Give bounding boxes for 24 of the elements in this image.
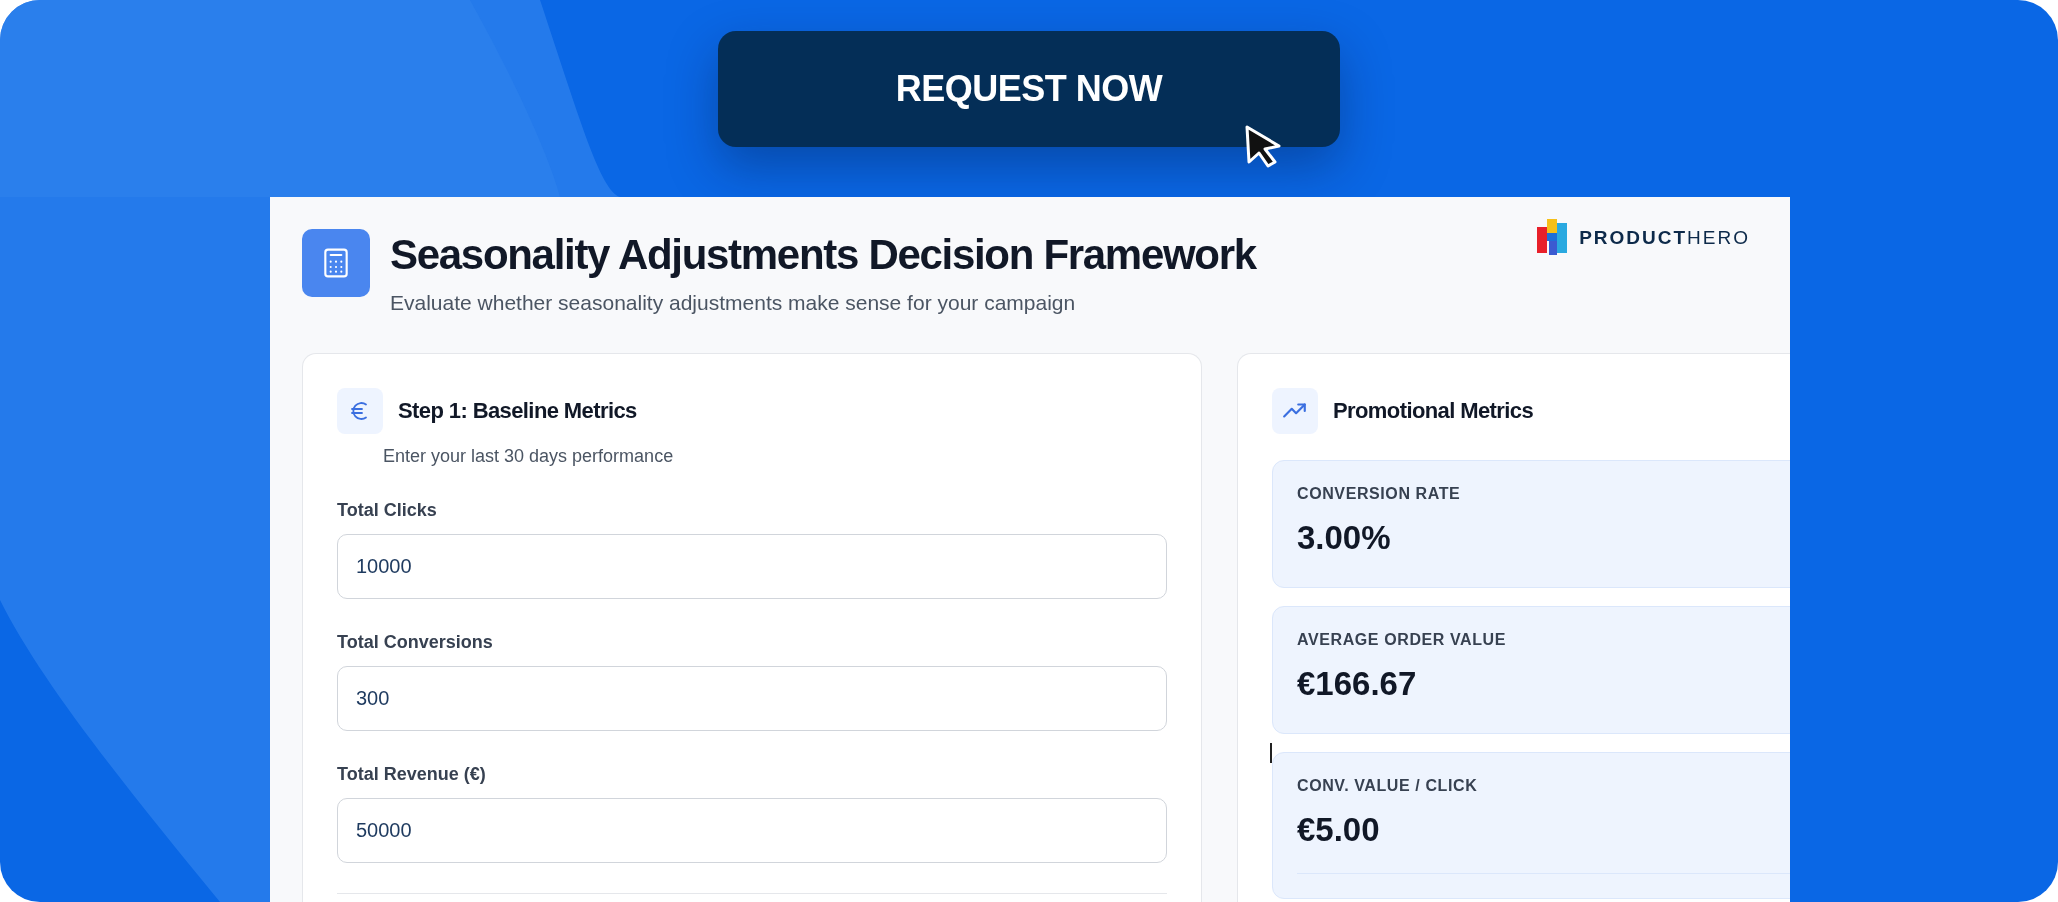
euro-icon xyxy=(337,388,383,434)
number-field[interactable]: 10000 xyxy=(337,534,1167,599)
page-title: Seasonality Adjustments Decision Framework xyxy=(390,230,1258,277)
logo-icon xyxy=(1537,219,1570,257)
card-title: Step 1: Baseline Metrics xyxy=(398,398,637,424)
field-label: Total Revenue (€) xyxy=(337,764,487,785)
metric-label: CONV. VALUE / CLICK xyxy=(1297,777,1479,795)
field-label: Total Conversions xyxy=(337,632,494,653)
metric-value: 3.00% xyxy=(1297,519,1392,557)
trending-up-icon xyxy=(1272,388,1318,434)
field-label: Total Clicks xyxy=(337,500,438,521)
brand-name: PRODUCTHERO xyxy=(1579,227,1750,249)
number-field[interactable]: 300 xyxy=(337,666,1167,731)
page-subtitle: Evaluate whether seasonality adjustments make sense for your campaign xyxy=(390,291,1077,315)
card-title: Promotional Metrics xyxy=(1333,398,1534,424)
metric-value: €166.67 xyxy=(1297,665,1418,703)
text-cursor-icon xyxy=(1270,743,1272,763)
request-now-button[interactable]: REQUEST NOW xyxy=(718,31,1340,147)
metric-label: CONVERSION RATE xyxy=(1297,485,1462,503)
card-subtitle: Enter your last 30 days performance xyxy=(383,446,675,467)
metric-label: AVERAGE ORDER VALUE xyxy=(1297,631,1508,649)
metric-value: €5.00 xyxy=(1297,811,1381,849)
calculator-icon xyxy=(302,229,370,297)
number-field[interactable]: 50000 xyxy=(337,798,1167,863)
